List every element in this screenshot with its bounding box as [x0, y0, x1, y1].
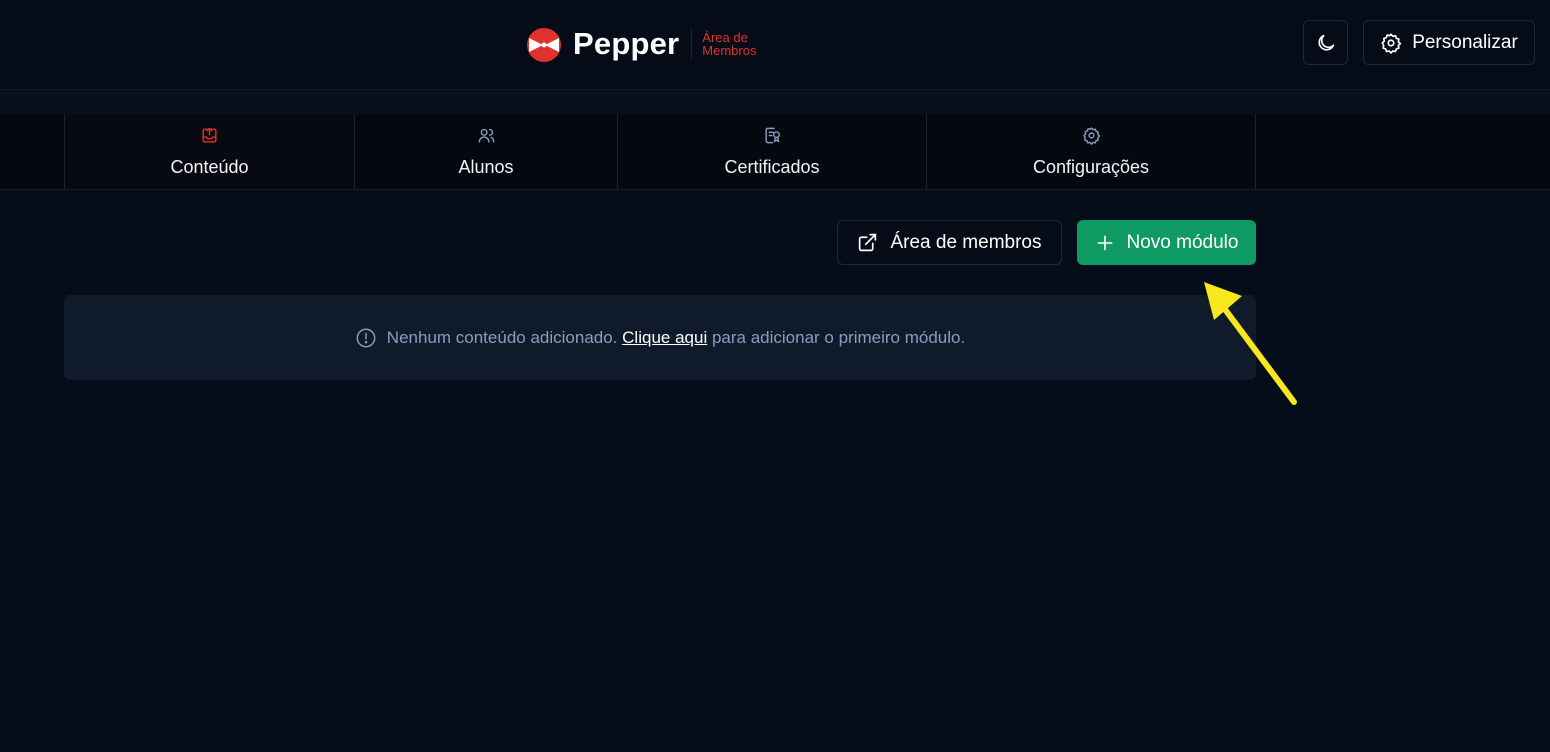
members-area-label: Área de membros — [890, 231, 1042, 253]
tab-configuracoes[interactable]: Configurações — [927, 114, 1255, 189]
tab-conteudo[interactable]: Conteúdo — [65, 114, 354, 189]
empty-state-text-after: para adicionar o primeiro módulo. — [711, 327, 966, 347]
brand: Pepper Área de Membros — [523, 22, 792, 66]
empty-state-panel: Nenhum conteúdo adicionado. Clique aqui … — [64, 295, 1256, 380]
new-module-label: Novo módulo — [1126, 231, 1239, 253]
tab-label: Conteúdo — [170, 156, 249, 177]
external-link-icon — [859, 233, 877, 252]
plus-icon — [1097, 235, 1112, 250]
brand-subtitle: Área de Membros — [702, 30, 757, 58]
gear-icon — [1082, 126, 1100, 145]
tab-label: Configurações — [1032, 156, 1150, 177]
add-first-module-link[interactable]: Clique aqui — [622, 328, 707, 347]
customize-button[interactable]: Personalizar — [1363, 20, 1535, 65]
members-area-button[interactable]: Área de membros — [837, 220, 1062, 265]
tab-certificados[interactable]: Certificados — [618, 114, 926, 189]
empty-state-text: Nenhum conteúdo adicionado. — [386, 327, 618, 347]
info-icon — [356, 328, 376, 347]
moon-icon — [1317, 34, 1334, 51]
top-header: Pepper Área de Membros Personalizar — [0, 0, 1550, 90]
annotation-arrow-icon — [1204, 282, 1297, 405]
header-band — [0, 91, 1550, 115]
users-icon — [478, 128, 494, 143]
certificate-icon — [764, 127, 780, 143]
upload-box-icon — [202, 127, 217, 143]
tab-label: Certificados — [724, 156, 820, 177]
brand-name: Pepper — [573, 26, 680, 61]
tab-separator — [1255, 114, 1256, 189]
customize-label: Personalizar — [1412, 31, 1518, 53]
brand-divider — [691, 28, 693, 60]
tabs-bar: Conteúdo Alunos Certificados Configuraçõ… — [0, 114, 1550, 190]
pepper-logo-icon — [527, 28, 561, 62]
theme-toggle-button[interactable] — [1303, 20, 1348, 65]
tab-label: Alunos — [458, 156, 514, 177]
gear-icon — [1381, 32, 1402, 54]
tab-alunos[interactable]: Alunos — [355, 114, 617, 189]
new-module-button[interactable]: Novo módulo — [1077, 220, 1256, 265]
